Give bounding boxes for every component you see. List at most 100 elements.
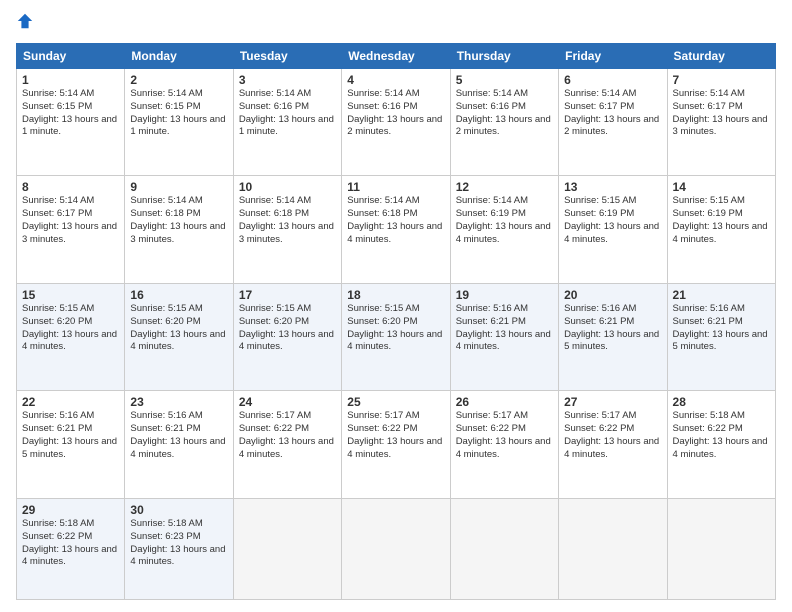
cell-info: Sunrise: 5:14 AMSunset: 6:17 PMDaylight:… — [673, 88, 770, 139]
col-tuesday: Tuesday — [233, 44, 341, 69]
cell-day-number: 13 — [564, 180, 661, 194]
cell-day-number: 22 — [22, 395, 119, 409]
cell-info: Sunrise: 5:16 AMSunset: 6:21 PMDaylight:… — [22, 410, 119, 461]
cell-info: Sunrise: 5:14 AMSunset: 6:18 PMDaylight:… — [130, 195, 227, 246]
col-sunday: Sunday — [17, 44, 125, 69]
cell-day-number: 14 — [673, 180, 770, 194]
cell-info: Sunrise: 5:18 AMSunset: 6:23 PMDaylight:… — [130, 518, 227, 569]
cell-info: Sunrise: 5:14 AMSunset: 6:15 PMDaylight:… — [22, 88, 119, 139]
table-row: 1Sunrise: 5:14 AMSunset: 6:15 PMDaylight… — [17, 69, 125, 176]
table-row: 19Sunrise: 5:16 AMSunset: 6:21 PMDayligh… — [450, 283, 558, 390]
cell-info: Sunrise: 5:14 AMSunset: 6:17 PMDaylight:… — [564, 88, 661, 139]
table-row: 9Sunrise: 5:14 AMSunset: 6:18 PMDaylight… — [125, 176, 233, 283]
table-row: 29Sunrise: 5:18 AMSunset: 6:22 PMDayligh… — [17, 498, 125, 599]
cell-day-number: 30 — [130, 503, 227, 517]
cell-day-number: 19 — [456, 288, 553, 302]
cell-day-number: 8 — [22, 180, 119, 194]
cell-info: Sunrise: 5:14 AMSunset: 6:19 PMDaylight:… — [456, 195, 553, 246]
cell-day-number: 2 — [130, 73, 227, 87]
cell-day-number: 1 — [22, 73, 119, 87]
cell-info: Sunrise: 5:16 AMSunset: 6:21 PMDaylight:… — [564, 303, 661, 354]
cell-day-number: 9 — [130, 180, 227, 194]
calendar-row: 8Sunrise: 5:14 AMSunset: 6:17 PMDaylight… — [17, 176, 776, 283]
cell-info: Sunrise: 5:16 AMSunset: 6:21 PMDaylight:… — [673, 303, 770, 354]
table-row: 8Sunrise: 5:14 AMSunset: 6:17 PMDaylight… — [17, 176, 125, 283]
calendar-row: 22Sunrise: 5:16 AMSunset: 6:21 PMDayligh… — [17, 391, 776, 498]
page: Sunday Monday Tuesday Wednesday Thursday… — [0, 0, 792, 612]
cell-info: Sunrise: 5:17 AMSunset: 6:22 PMDaylight:… — [239, 410, 336, 461]
cell-info: Sunrise: 5:15 AMSunset: 6:20 PMDaylight:… — [22, 303, 119, 354]
logo-icon — [16, 12, 34, 30]
table-row: 3Sunrise: 5:14 AMSunset: 6:16 PMDaylight… — [233, 69, 341, 176]
cell-info: Sunrise: 5:14 AMSunset: 6:18 PMDaylight:… — [239, 195, 336, 246]
calendar-row: 29Sunrise: 5:18 AMSunset: 6:22 PMDayligh… — [17, 498, 776, 599]
cell-info: Sunrise: 5:14 AMSunset: 6:15 PMDaylight:… — [130, 88, 227, 139]
table-row — [559, 498, 667, 599]
table-row: 14Sunrise: 5:15 AMSunset: 6:19 PMDayligh… — [667, 176, 775, 283]
table-row: 28Sunrise: 5:18 AMSunset: 6:22 PMDayligh… — [667, 391, 775, 498]
cell-day-number: 6 — [564, 73, 661, 87]
table-row: 27Sunrise: 5:17 AMSunset: 6:22 PMDayligh… — [559, 391, 667, 498]
logo — [16, 12, 36, 35]
table-row — [450, 498, 558, 599]
cell-info: Sunrise: 5:17 AMSunset: 6:22 PMDaylight:… — [456, 410, 553, 461]
cell-info: Sunrise: 5:15 AMSunset: 6:20 PMDaylight:… — [130, 303, 227, 354]
cell-info: Sunrise: 5:17 AMSunset: 6:22 PMDaylight:… — [564, 410, 661, 461]
cell-day-number: 7 — [673, 73, 770, 87]
table-row: 4Sunrise: 5:14 AMSunset: 6:16 PMDaylight… — [342, 69, 450, 176]
table-row: 6Sunrise: 5:14 AMSunset: 6:17 PMDaylight… — [559, 69, 667, 176]
table-row: 11Sunrise: 5:14 AMSunset: 6:18 PMDayligh… — [342, 176, 450, 283]
table-row: 2Sunrise: 5:14 AMSunset: 6:15 PMDaylight… — [125, 69, 233, 176]
cell-info: Sunrise: 5:15 AMSunset: 6:19 PMDaylight:… — [564, 195, 661, 246]
cell-info: Sunrise: 5:15 AMSunset: 6:20 PMDaylight:… — [347, 303, 444, 354]
cell-day-number: 20 — [564, 288, 661, 302]
table-row: 12Sunrise: 5:14 AMSunset: 6:19 PMDayligh… — [450, 176, 558, 283]
cell-day-number: 27 — [564, 395, 661, 409]
cell-info: Sunrise: 5:14 AMSunset: 6:16 PMDaylight:… — [456, 88, 553, 139]
cell-day-number: 5 — [456, 73, 553, 87]
cell-day-number: 17 — [239, 288, 336, 302]
cell-day-number: 21 — [673, 288, 770, 302]
cell-info: Sunrise: 5:16 AMSunset: 6:21 PMDaylight:… — [456, 303, 553, 354]
header-row: Sunday Monday Tuesday Wednesday Thursday… — [17, 44, 776, 69]
table-row: 15Sunrise: 5:15 AMSunset: 6:20 PMDayligh… — [17, 283, 125, 390]
col-thursday: Thursday — [450, 44, 558, 69]
cell-info: Sunrise: 5:14 AMSunset: 6:17 PMDaylight:… — [22, 195, 119, 246]
table-row: 23Sunrise: 5:16 AMSunset: 6:21 PMDayligh… — [125, 391, 233, 498]
cell-day-number: 25 — [347, 395, 444, 409]
cell-info: Sunrise: 5:14 AMSunset: 6:16 PMDaylight:… — [239, 88, 336, 139]
cell-day-number: 16 — [130, 288, 227, 302]
cell-day-number: 4 — [347, 73, 444, 87]
table-row: 30Sunrise: 5:18 AMSunset: 6:23 PMDayligh… — [125, 498, 233, 599]
cell-info: Sunrise: 5:17 AMSunset: 6:22 PMDaylight:… — [347, 410, 444, 461]
cell-info: Sunrise: 5:18 AMSunset: 6:22 PMDaylight:… — [673, 410, 770, 461]
table-row: 7Sunrise: 5:14 AMSunset: 6:17 PMDaylight… — [667, 69, 775, 176]
table-row: 26Sunrise: 5:17 AMSunset: 6:22 PMDayligh… — [450, 391, 558, 498]
calendar-table: Sunday Monday Tuesday Wednesday Thursday… — [16, 43, 776, 600]
table-row — [667, 498, 775, 599]
col-monday: Monday — [125, 44, 233, 69]
table-row: 20Sunrise: 5:16 AMSunset: 6:21 PMDayligh… — [559, 283, 667, 390]
table-row: 16Sunrise: 5:15 AMSunset: 6:20 PMDayligh… — [125, 283, 233, 390]
cell-info: Sunrise: 5:18 AMSunset: 6:22 PMDaylight:… — [22, 518, 119, 569]
table-row: 22Sunrise: 5:16 AMSunset: 6:21 PMDayligh… — [17, 391, 125, 498]
cell-day-number: 23 — [130, 395, 227, 409]
header — [16, 12, 776, 35]
cell-day-number: 3 — [239, 73, 336, 87]
table-row: 10Sunrise: 5:14 AMSunset: 6:18 PMDayligh… — [233, 176, 341, 283]
cell-info: Sunrise: 5:15 AMSunset: 6:19 PMDaylight:… — [673, 195, 770, 246]
cell-info: Sunrise: 5:15 AMSunset: 6:20 PMDaylight:… — [239, 303, 336, 354]
cell-day-number: 10 — [239, 180, 336, 194]
cell-day-number: 29 — [22, 503, 119, 517]
cell-day-number: 18 — [347, 288, 444, 302]
table-row: 24Sunrise: 5:17 AMSunset: 6:22 PMDayligh… — [233, 391, 341, 498]
table-row: 17Sunrise: 5:15 AMSunset: 6:20 PMDayligh… — [233, 283, 341, 390]
table-row: 13Sunrise: 5:15 AMSunset: 6:19 PMDayligh… — [559, 176, 667, 283]
table-row: 25Sunrise: 5:17 AMSunset: 6:22 PMDayligh… — [342, 391, 450, 498]
calendar-row: 1Sunrise: 5:14 AMSunset: 6:15 PMDaylight… — [17, 69, 776, 176]
cell-day-number: 12 — [456, 180, 553, 194]
table-row: 5Sunrise: 5:14 AMSunset: 6:16 PMDaylight… — [450, 69, 558, 176]
cell-day-number: 28 — [673, 395, 770, 409]
table-row: 21Sunrise: 5:16 AMSunset: 6:21 PMDayligh… — [667, 283, 775, 390]
col-wednesday: Wednesday — [342, 44, 450, 69]
